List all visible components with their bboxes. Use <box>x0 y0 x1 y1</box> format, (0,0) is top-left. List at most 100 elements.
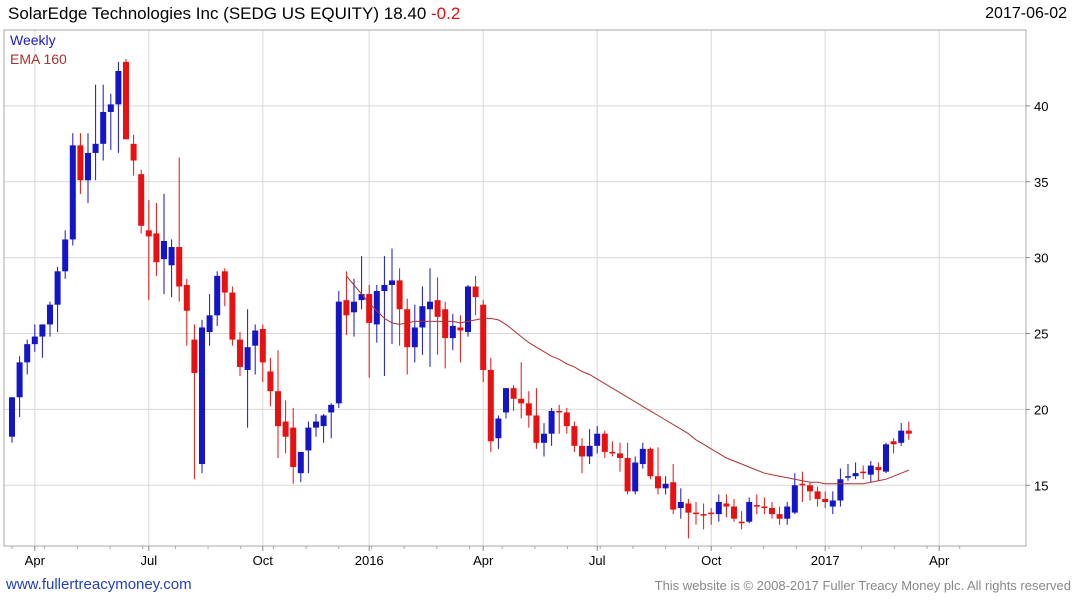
x-tick-label: 2017 <box>811 553 840 568</box>
candle-body <box>487 369 494 442</box>
candle-body <box>434 300 441 317</box>
x-tick-label: Oct <box>253 553 274 568</box>
website-link[interactable]: www.fullertreacymoney.com <box>6 576 192 593</box>
candle-body <box>541 433 547 443</box>
candle-body <box>252 330 259 346</box>
candle-body <box>457 327 464 331</box>
candle-body <box>24 344 31 363</box>
candle-body <box>738 521 745 524</box>
candle-body <box>221 271 228 293</box>
y-tick-label: 40 <box>1034 99 1048 114</box>
candle-body <box>130 143 137 161</box>
y-tick-label: 25 <box>1034 327 1048 342</box>
candle-body <box>571 426 578 446</box>
candle-body <box>176 247 183 287</box>
candle-body <box>480 304 487 370</box>
candle-body <box>883 444 889 472</box>
candle-body <box>465 286 471 333</box>
candle <box>199 319 205 474</box>
candle-body <box>297 451 304 474</box>
candle-body <box>525 403 532 416</box>
candle-body <box>100 111 107 144</box>
candle-body <box>404 309 411 348</box>
candle-body <box>161 240 167 260</box>
candle <box>69 133 76 246</box>
candle-body <box>746 501 753 522</box>
candle-body <box>168 247 175 266</box>
candle-body <box>867 465 874 475</box>
candle-body <box>662 483 669 489</box>
candle-body <box>229 292 236 340</box>
candle-body <box>373 291 380 325</box>
candle-body <box>351 301 357 313</box>
y-tick-label: 30 <box>1034 251 1048 266</box>
x-tick-label: Oct <box>701 553 722 568</box>
candle-body <box>115 70 122 105</box>
candle-body <box>647 448 654 477</box>
candle-body <box>267 371 274 392</box>
candle-body <box>39 324 46 337</box>
candle-body <box>693 512 699 515</box>
x-tick-label: Apr <box>929 553 950 568</box>
y-tick-label: 35 <box>1034 175 1048 190</box>
candle-body <box>563 412 570 427</box>
chart-date: 2017-06-02 <box>985 5 1067 22</box>
price-change: -0.2 <box>431 4 461 23</box>
candle <box>123 58 129 140</box>
candle-body <box>510 388 517 399</box>
candle-body <box>624 457 631 492</box>
candle-body <box>206 315 213 333</box>
candle-body <box>791 485 798 513</box>
candle-body <box>237 339 243 367</box>
candle-body <box>708 512 715 515</box>
candle-body <box>715 501 722 515</box>
candle <box>229 286 236 346</box>
y-tick-label: 15 <box>1034 478 1048 493</box>
candle-body <box>442 309 449 339</box>
candle-body <box>807 485 813 492</box>
candle <box>9 397 15 443</box>
candle-body <box>320 415 327 427</box>
y-tick-label: 20 <box>1034 402 1048 417</box>
candle-body <box>822 498 829 502</box>
candle-body <box>533 415 540 443</box>
candle-body <box>890 441 897 445</box>
candle-body <box>16 362 23 398</box>
candle-body <box>290 427 297 468</box>
candle-body <box>677 501 684 509</box>
candle-body <box>69 145 76 240</box>
candle <box>647 447 654 480</box>
legend-ema: EMA 160 <box>10 51 67 67</box>
candle-body <box>655 476 661 489</box>
copyright-notice: This website is © 2008-2017 Fuller Treac… <box>654 578 1071 593</box>
candle-body <box>123 61 129 140</box>
candle <box>465 284 471 337</box>
candle-body <box>199 327 205 465</box>
candle-body <box>632 462 639 492</box>
candle-body <box>685 503 692 513</box>
candle-body <box>700 514 707 516</box>
candle-body <box>389 280 395 285</box>
candle-body <box>594 433 601 446</box>
candle-body <box>381 284 388 292</box>
candle-body <box>601 433 608 452</box>
candle-body <box>548 410 555 434</box>
candle-body <box>799 483 806 486</box>
candle-body <box>472 286 479 298</box>
candle-body <box>191 339 198 373</box>
candle-body <box>305 427 312 451</box>
candle-body <box>905 430 912 434</box>
candle-body <box>449 325 456 339</box>
candle-body <box>495 418 502 439</box>
candle-body <box>852 473 859 477</box>
candle-body <box>214 275 221 316</box>
candle-body <box>275 391 281 427</box>
candle-body <box>145 230 152 237</box>
chart-title: SolarEdge Technologies Inc (SEDG US EQUI… <box>8 4 460 24</box>
candle-body <box>617 453 623 458</box>
candle-body <box>845 476 851 478</box>
candle-body <box>814 491 821 499</box>
candle-body <box>107 104 114 112</box>
candle-body <box>282 421 289 437</box>
candle-body <box>313 421 319 428</box>
